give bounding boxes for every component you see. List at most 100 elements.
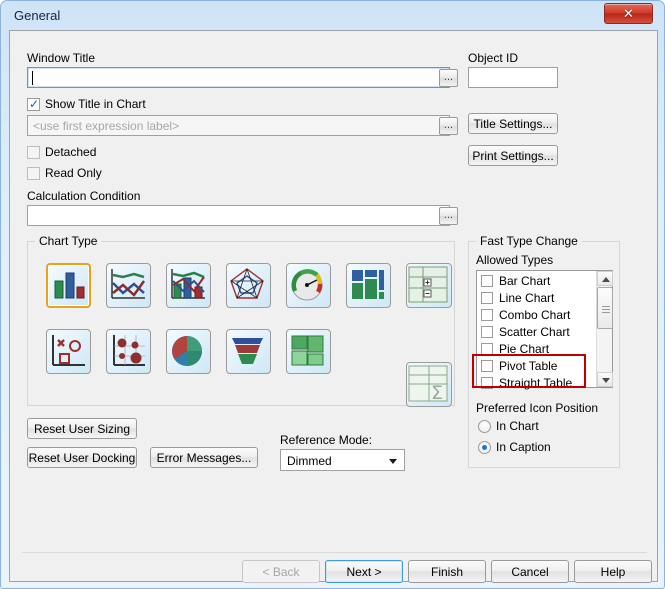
chart-type-group-label: Chart Type [35,234,102,248]
line-chart-icon [111,269,146,299]
error-messages-button[interactable]: Error Messages... [150,447,258,468]
pivot-table-icon [408,266,448,303]
checkbox-icon[interactable] [481,292,493,304]
help-button[interactable]: Help [574,560,652,583]
read-only-checkbox[interactable] [27,167,40,180]
window-title: General [14,8,61,23]
listbox-scrollbar[interactable] [596,271,613,387]
grip-line [602,309,610,310]
chart-type-pivot-table[interactable] [406,263,452,308]
next-button[interactable]: Next > [325,560,403,583]
allowed-type-label: Bar Chart [499,274,551,288]
chart-type-mekko-chart[interactable] [286,329,331,374]
check-icon: ✓ [29,97,40,111]
combo-chart-icon [171,269,205,299]
allowed-type-label: Line Chart [499,291,555,305]
fast-type-change-group-label: Fast Type Change [476,234,582,248]
calculation-condition-label: Calculation Condition [27,189,141,203]
reference-mode-select[interactable]: Dimmed [280,449,405,471]
checkbox-icon[interactable] [481,377,493,389]
footer-separator [22,552,647,553]
detached-label: Detached [45,145,97,159]
reference-mode-label: Reference Mode: [280,433,373,447]
close-button[interactable]: ✕ [604,3,653,24]
allowed-types-label: Allowed Types [476,253,554,267]
chart-type-block-chart[interactable] [346,263,391,308]
bar-chart-icon [54,272,85,299]
chart-type-line-chart[interactable] [106,263,151,308]
radio-in-chart[interactable] [478,420,491,433]
title-bar: General ✕ [1,1,665,31]
scatter-chart-icon [52,335,85,366]
window-title-input[interactable] [27,67,450,88]
chevron-down-icon [602,378,610,383]
chart-type-radar-chart[interactable] [226,263,271,308]
allowed-type-label: Straight Table [499,376,573,390]
print-settings-button[interactable]: Print Settings... [468,145,558,166]
object-id-input[interactable] [468,67,558,88]
window-title-browse-button[interactable]: ... [439,69,458,87]
back-button[interactable]: < Back [242,560,320,583]
chevron-up-icon [602,277,610,282]
allowed-types-listbox[interactable]: Bar Chart Line Chart Combo Chart Scatter… [476,270,613,390]
title-expression-browse-button[interactable]: ... [439,117,458,135]
dialog-client-area: Window Title ... Object ID ✓ Show Title … [9,30,658,583]
block-chart-icon [352,270,384,299]
chart-type-bar-chart[interactable] [46,263,91,308]
checkbox-icon[interactable] [481,360,493,372]
checkbox-icon[interactable] [481,343,493,355]
chart-type-scatter-chart[interactable] [46,329,91,374]
checkbox-icon[interactable] [481,326,493,338]
dialog-window: General ✕ Window Title ... Object ID ✓ S… [0,0,665,589]
title-expression-input[interactable]: <use first expression label> [27,115,450,136]
reset-user-sizing-button[interactable]: Reset User Sizing [27,418,137,439]
grip-line [602,312,610,313]
grid-chart-icon [113,335,145,366]
chart-type-pie-chart[interactable] [166,329,211,374]
preferred-icon-position-label: Preferred Icon Position [476,401,599,415]
chart-type-gauge-chart[interactable] [286,263,331,308]
radio-in-caption[interactable] [478,441,491,454]
grip-line [602,306,610,307]
chart-type-funnel-chart[interactable] [226,329,271,374]
gauge-chart-icon [291,269,323,301]
allowed-type-label: Combo Chart [499,308,571,322]
allowed-type-label: Pie Chart [499,342,550,356]
text-caret [32,71,33,85]
checkbox-icon[interactable] [481,309,493,321]
radio-in-caption-label: In Caption [496,440,551,454]
allowed-type-label: Pivot Table [499,359,558,373]
cancel-button[interactable]: Cancel [491,560,569,583]
calculation-condition-browse-button[interactable]: ... [439,207,458,225]
show-title-checkbox[interactable]: ✓ [27,97,40,111]
title-expression-placeholder: <use first expression label> [33,119,180,133]
chevron-down-icon [389,459,397,464]
finish-button[interactable]: Finish [408,560,486,583]
calculation-condition-input[interactable] [27,205,450,226]
read-only-label: Read Only [45,166,102,180]
chart-type-combo-chart[interactable] [166,263,211,308]
radar-chart-icon [230,268,264,299]
show-title-label: Show Title in Chart [45,97,146,111]
straight-table-icon: Σ [408,365,448,404]
mekko-chart-icon [291,335,324,366]
chart-type-straight-table[interactable]: Σ [406,362,452,407]
pie-chart-icon [172,336,202,366]
detached-checkbox[interactable] [27,146,40,159]
radio-selected-dot [482,445,487,450]
window-title-label: Window Title [27,51,96,65]
scroll-up-button[interactable] [597,271,613,286]
reference-mode-value: Dimmed [287,454,332,468]
close-icon: ✕ [623,6,634,21]
chart-type-grid-chart[interactable] [106,329,151,374]
scrollbar-thumb[interactable] [597,287,613,329]
reset-user-docking-button[interactable]: Reset User Docking [27,447,137,468]
funnel-chart-icon [232,338,263,364]
svg-text:Σ: Σ [431,382,443,404]
title-settings-button[interactable]: Title Settings... [468,113,558,134]
allowed-type-label: Scatter Chart [499,325,570,339]
scroll-down-button[interactable] [597,372,613,387]
radio-in-chart-label: In Chart [496,419,539,433]
checkbox-icon[interactable] [481,275,493,287]
object-id-label: Object ID [468,51,519,65]
